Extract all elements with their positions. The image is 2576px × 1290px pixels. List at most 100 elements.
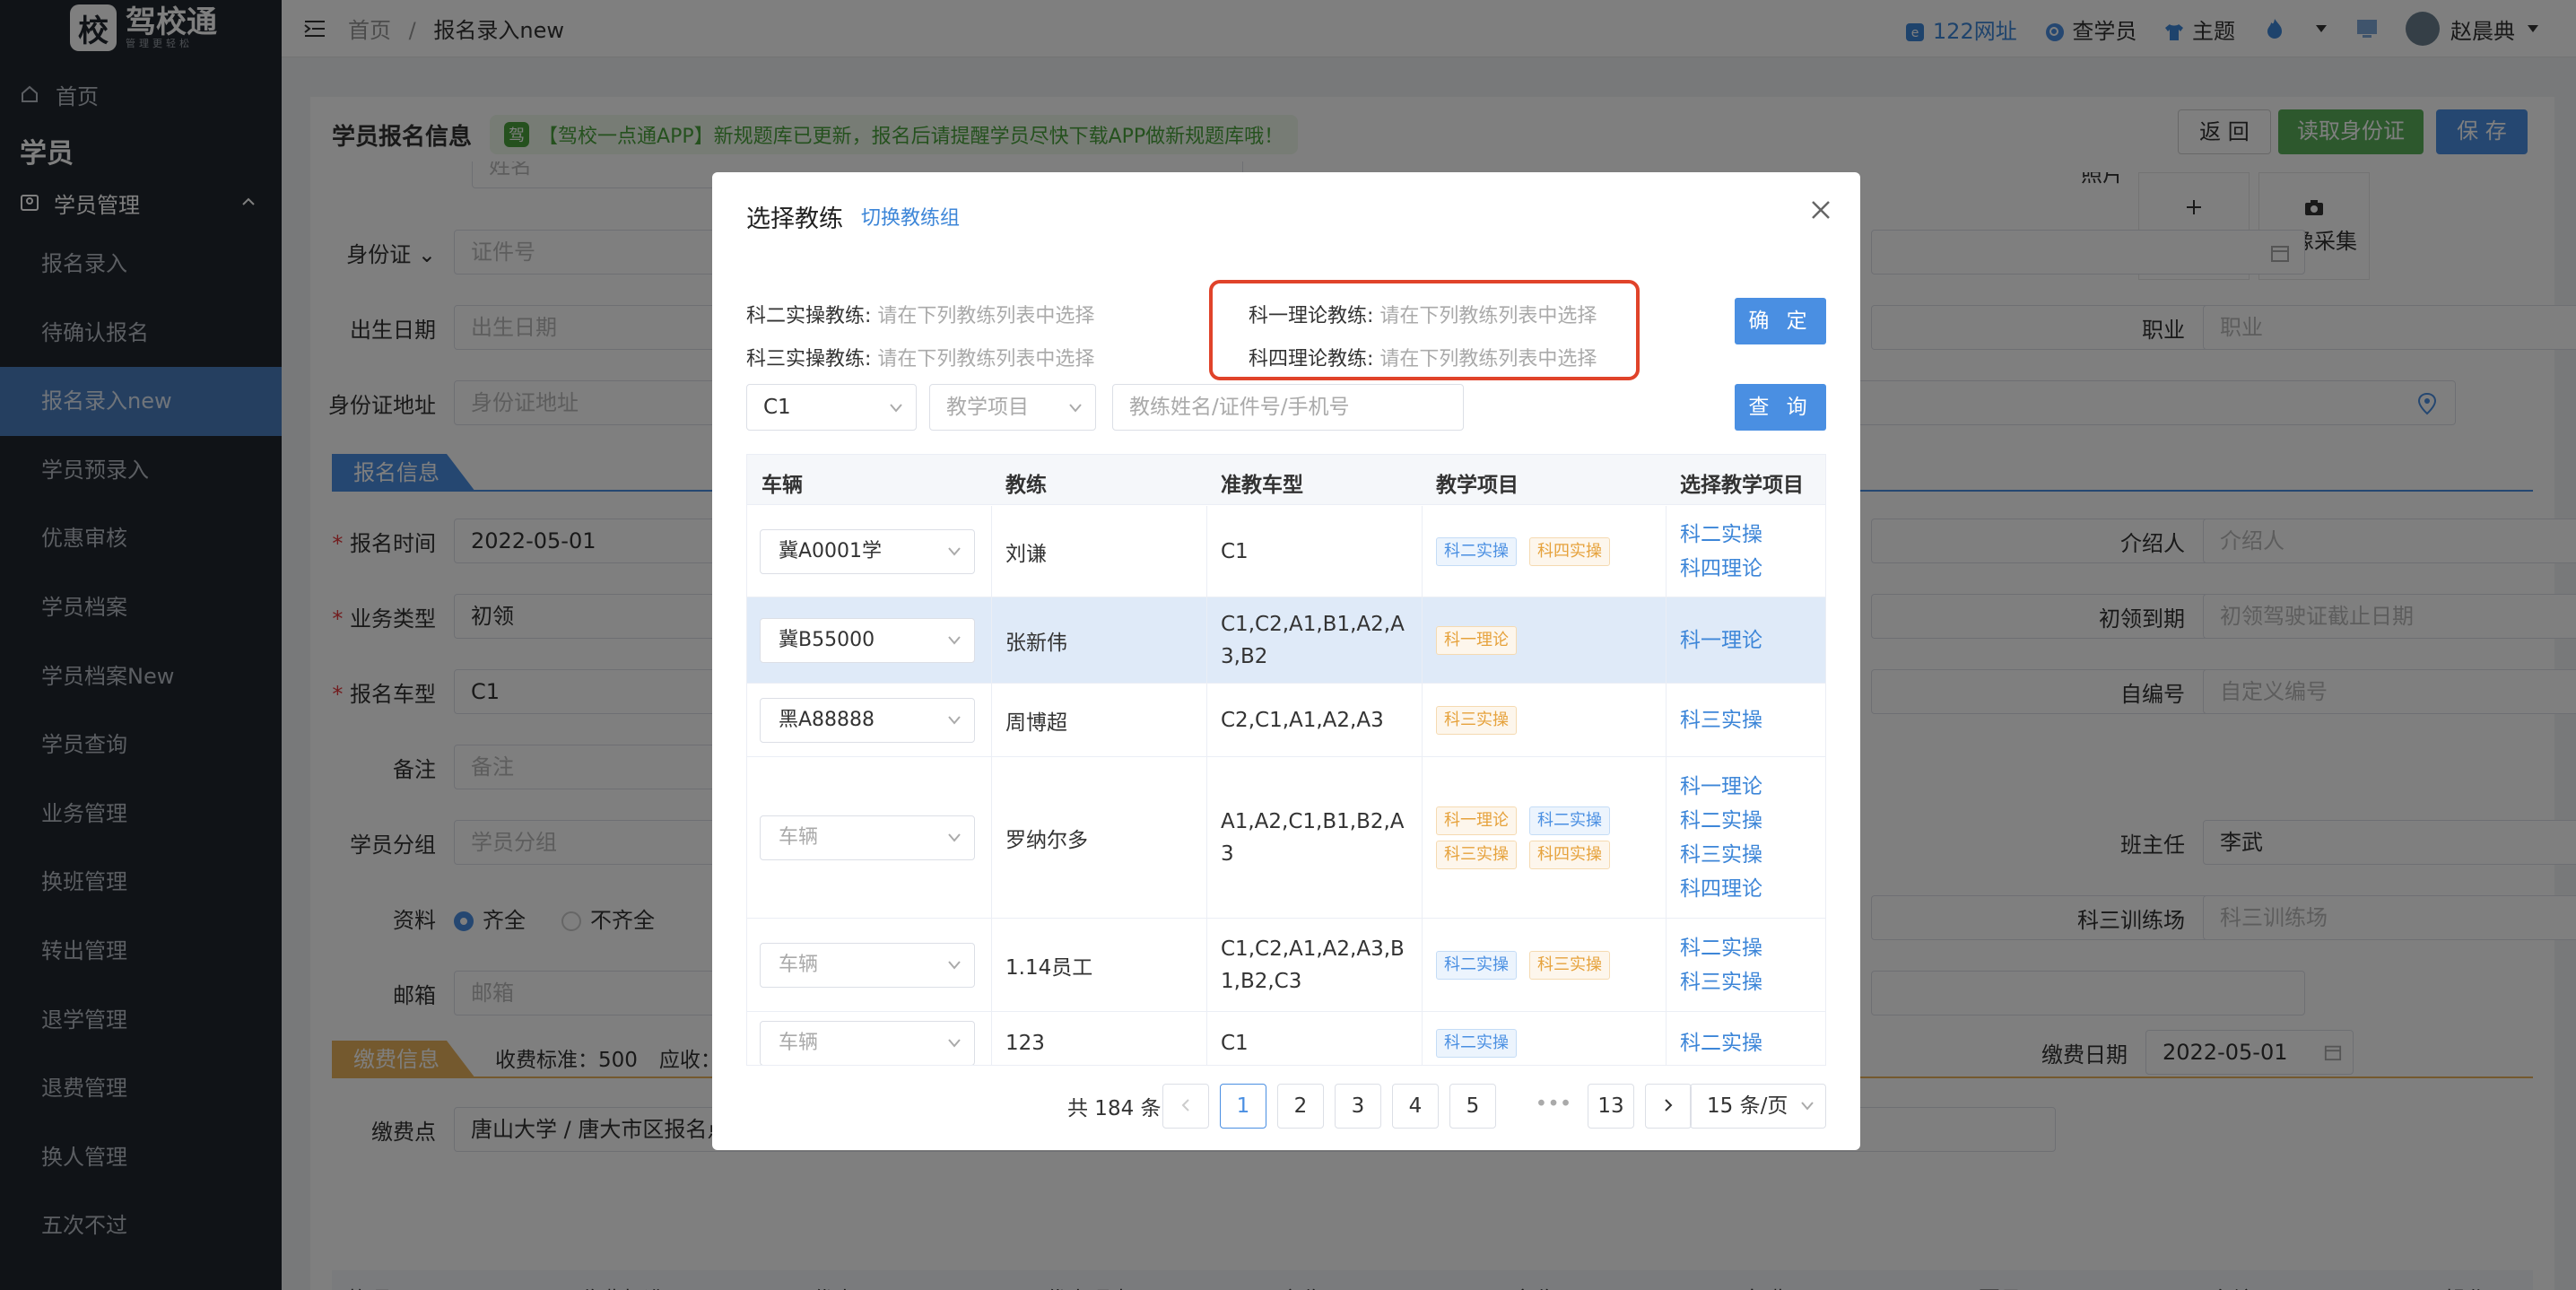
- page-number[interactable]: 1: [1220, 1084, 1266, 1129]
- column-divider: [1666, 684, 1667, 756]
- select-project-link[interactable]: 科四理论: [1680, 552, 1823, 586]
- chevron-down-icon: [948, 961, 961, 970]
- column-divider: [1422, 506, 1423, 597]
- column-divider: [1206, 597, 1207, 683]
- chevron-down-icon: [948, 833, 961, 842]
- select-project-link[interactable]: 科二实操: [1680, 518, 1823, 552]
- vehicle-value: 车辆: [779, 1032, 819, 1054]
- vehicle-select[interactable]: 车辆: [760, 815, 975, 860]
- column-divider: [1422, 684, 1423, 756]
- project-tags: 科一理论 科二实操 科三实操 科四实操: [1436, 806, 1651, 869]
- page-number[interactable]: 4: [1392, 1084, 1439, 1129]
- column-divider: [991, 919, 992, 1011]
- pagination-more[interactable]: •••: [1530, 1084, 1577, 1129]
- column-divider: [1422, 757, 1423, 918]
- vehicle-value: 冀A0001学: [779, 540, 883, 562]
- vehicle-select[interactable]: 冀B55000: [760, 618, 975, 663]
- select-project-link[interactable]: 科三实操: [1680, 965, 1823, 999]
- column-divider: [1666, 1012, 1667, 1065]
- prev-page-button[interactable]: [1162, 1084, 1209, 1129]
- next-page-button[interactable]: [1645, 1084, 1692, 1129]
- coach-car-types: C1,C2,A1,B1,A2,A3,B2: [1221, 612, 1405, 668]
- highlight-box: [1209, 280, 1640, 380]
- project-tags: 科一理论: [1436, 625, 1651, 655]
- page-number[interactable]: 3: [1335, 1084, 1381, 1129]
- col-projects: 教学项目: [1436, 474, 1519, 497]
- column-divider: [1666, 597, 1667, 683]
- col-coach: 教练: [1005, 474, 1047, 497]
- coach-row[interactable]: 冀A0001学 刘谦 C1 科二实操 科四实操 科二实操 科四理论: [747, 506, 1825, 597]
- pagination-total: 共 184 条: [1067, 1097, 1162, 1120]
- col-car-types: 准教车型: [1221, 474, 1303, 497]
- coach-ke2-field[interactable]: 科二实操教练: 请在下列教练列表中选择: [746, 300, 1094, 328]
- confirm-button[interactable]: 确 定: [1735, 298, 1826, 344]
- column-divider: [1666, 757, 1667, 918]
- project-tag: 科二实操: [1436, 536, 1517, 566]
- coach-car-types: C2,C1,A1,A2,A3: [1221, 708, 1384, 732]
- select-project-link[interactable]: 科四理论: [1680, 872, 1823, 906]
- vehicle-select[interactable]: 车辆: [760, 943, 975, 988]
- select-project-link[interactable]: 科二实操: [1680, 1026, 1823, 1060]
- vehicle-select[interactable]: 车辆: [760, 1021, 975, 1065]
- close-icon[interactable]: [1808, 197, 1833, 222]
- page-number[interactable]: 2: [1277, 1084, 1324, 1129]
- coach-name: 刘谦: [1005, 542, 1047, 566]
- select-project-link[interactable]: 科二实操: [1680, 931, 1823, 965]
- project-filter[interactable]: 教学项目: [929, 384, 1096, 431]
- dialog-title: 选择教练: [746, 205, 843, 233]
- column-divider: [991, 684, 992, 756]
- project-tag: 科二实操: [1436, 950, 1517, 980]
- page-number[interactable]: 5: [1449, 1084, 1496, 1129]
- chevron-right-icon: [1665, 1099, 1673, 1111]
- chevron-down-icon: [948, 716, 961, 725]
- column-divider: [1206, 506, 1207, 597]
- chevron-down-icon: [1801, 1102, 1814, 1111]
- coach-row[interactable]: 黑A88888 周博超 C2,C1,A1,A2,A3 科三实操 科三实操: [747, 684, 1825, 757]
- chevron-down-icon: [890, 404, 902, 413]
- vehicle-value: 黑A88888: [779, 709, 875, 731]
- coach-name: 1.14员工: [1005, 955, 1093, 980]
- project-tag: 科一理论: [1436, 806, 1517, 835]
- car-type-filter[interactable]: C1: [746, 384, 917, 431]
- project-tag: 科三实操: [1529, 950, 1610, 980]
- column-divider: [1206, 1012, 1207, 1065]
- select-project-link[interactable]: 科一理论: [1680, 770, 1823, 804]
- coach-row[interactable]: 车辆 1.14员工 C1,C2,A1,A2,A3,B1,B2,C3 科二实操 科三实操科…: [747, 919, 1825, 1012]
- coach-ke3-field[interactable]: 科三实操教练: 请在下列教练列表中选择: [746, 343, 1094, 371]
- vehicle-select[interactable]: 黑A88888: [760, 698, 975, 743]
- select-project-link[interactable]: 科三实操: [1680, 703, 1823, 737]
- column-divider: [1206, 757, 1207, 918]
- query-button[interactable]: 查 询: [1735, 384, 1826, 431]
- coach-car-types: C1: [1221, 1031, 1249, 1055]
- page-last[interactable]: 13: [1588, 1084, 1634, 1129]
- coach-row[interactable]: 车辆 罗纳尔多 A1,A2,C1,B1,B2,A3 科一理论 科二实操 科三实操 科四实操科…: [747, 757, 1825, 919]
- column-divider: [1206, 684, 1207, 756]
- select-project-link[interactable]: 科三实操: [1680, 838, 1823, 872]
- column-divider: [1422, 919, 1423, 1011]
- select-project-link[interactable]: 科二实操: [1680, 804, 1823, 838]
- coach-row[interactable]: 车辆 123 C1 科二实操 科二实操: [747, 1012, 1825, 1065]
- switch-coach-group-link[interactable]: 切换教练组: [861, 202, 960, 231]
- column-divider: [1422, 597, 1423, 683]
- select-coach-dialog: 选择教练 切换教练组 科二实操教练: 请在下列教练列表中选择 科三实操教练: 请…: [712, 172, 1860, 1150]
- chevron-down-icon: [948, 1039, 961, 1048]
- chevron-left-icon: [1181, 1099, 1189, 1111]
- coach-table: 车辆 教练 准教车型 教学项目 选择教学项目 冀A0001学 刘谦 C1 科二实操 科四…: [746, 454, 1826, 1066]
- column-divider: [1666, 506, 1667, 597]
- project-tag: 科三实操: [1436, 705, 1517, 735]
- project-tag: 科四实操: [1529, 536, 1610, 566]
- column-divider: [991, 757, 992, 918]
- vehicle-select[interactable]: 冀A0001学: [760, 529, 975, 574]
- coach-row[interactable]: 冀B55000 张新伟 C1,C2,A1,B1,A2,A3,B2 科一理论 科一理论: [747, 597, 1825, 684]
- coach-search-input[interactable]: 教练姓名/证件号/手机号: [1112, 384, 1464, 431]
- page-size-select[interactable]: 15 条/页: [1690, 1084, 1826, 1129]
- vehicle-value: 冀B55000: [779, 629, 875, 651]
- vehicle-value: 车辆: [779, 954, 819, 976]
- column-divider: [991, 1012, 992, 1065]
- chevron-down-icon: [948, 636, 961, 645]
- select-project-link[interactable]: 科一理论: [1680, 623, 1823, 658]
- coach-name: 周博超: [1005, 710, 1067, 735]
- column-divider: [991, 597, 992, 683]
- project-tags: 科二实操 科四实操: [1436, 536, 1651, 566]
- col-vehicle: 车辆: [761, 474, 803, 497]
